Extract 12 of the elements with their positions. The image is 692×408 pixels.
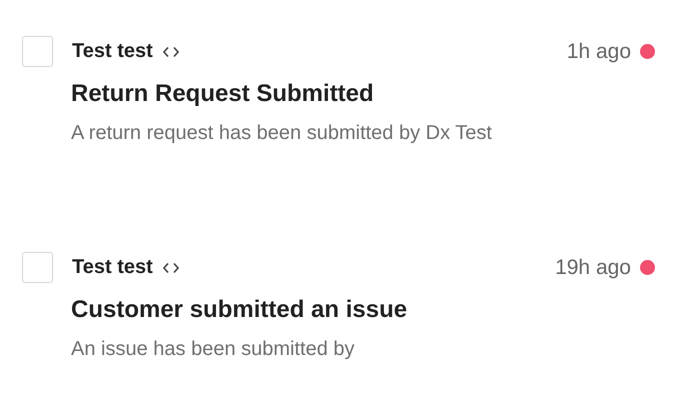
notification-title: Customer submitted an issue [71,296,408,324]
timestamp: 19h ago [555,256,631,280]
notification-description: An issue has been submitted by [71,338,356,361]
timestamp: 1h ago [566,40,631,64]
sender-name: Test test [72,40,153,63]
checkbox[interactable] [22,252,53,283]
checkbox[interactable] [22,36,53,67]
notification-title: Return Request Submitted [71,80,375,108]
sender-name: Test test [72,256,153,279]
code-icon [162,46,179,58]
code-icon [162,262,179,274]
notification-description: A return request has been submitted by Dx Test [71,122,493,145]
